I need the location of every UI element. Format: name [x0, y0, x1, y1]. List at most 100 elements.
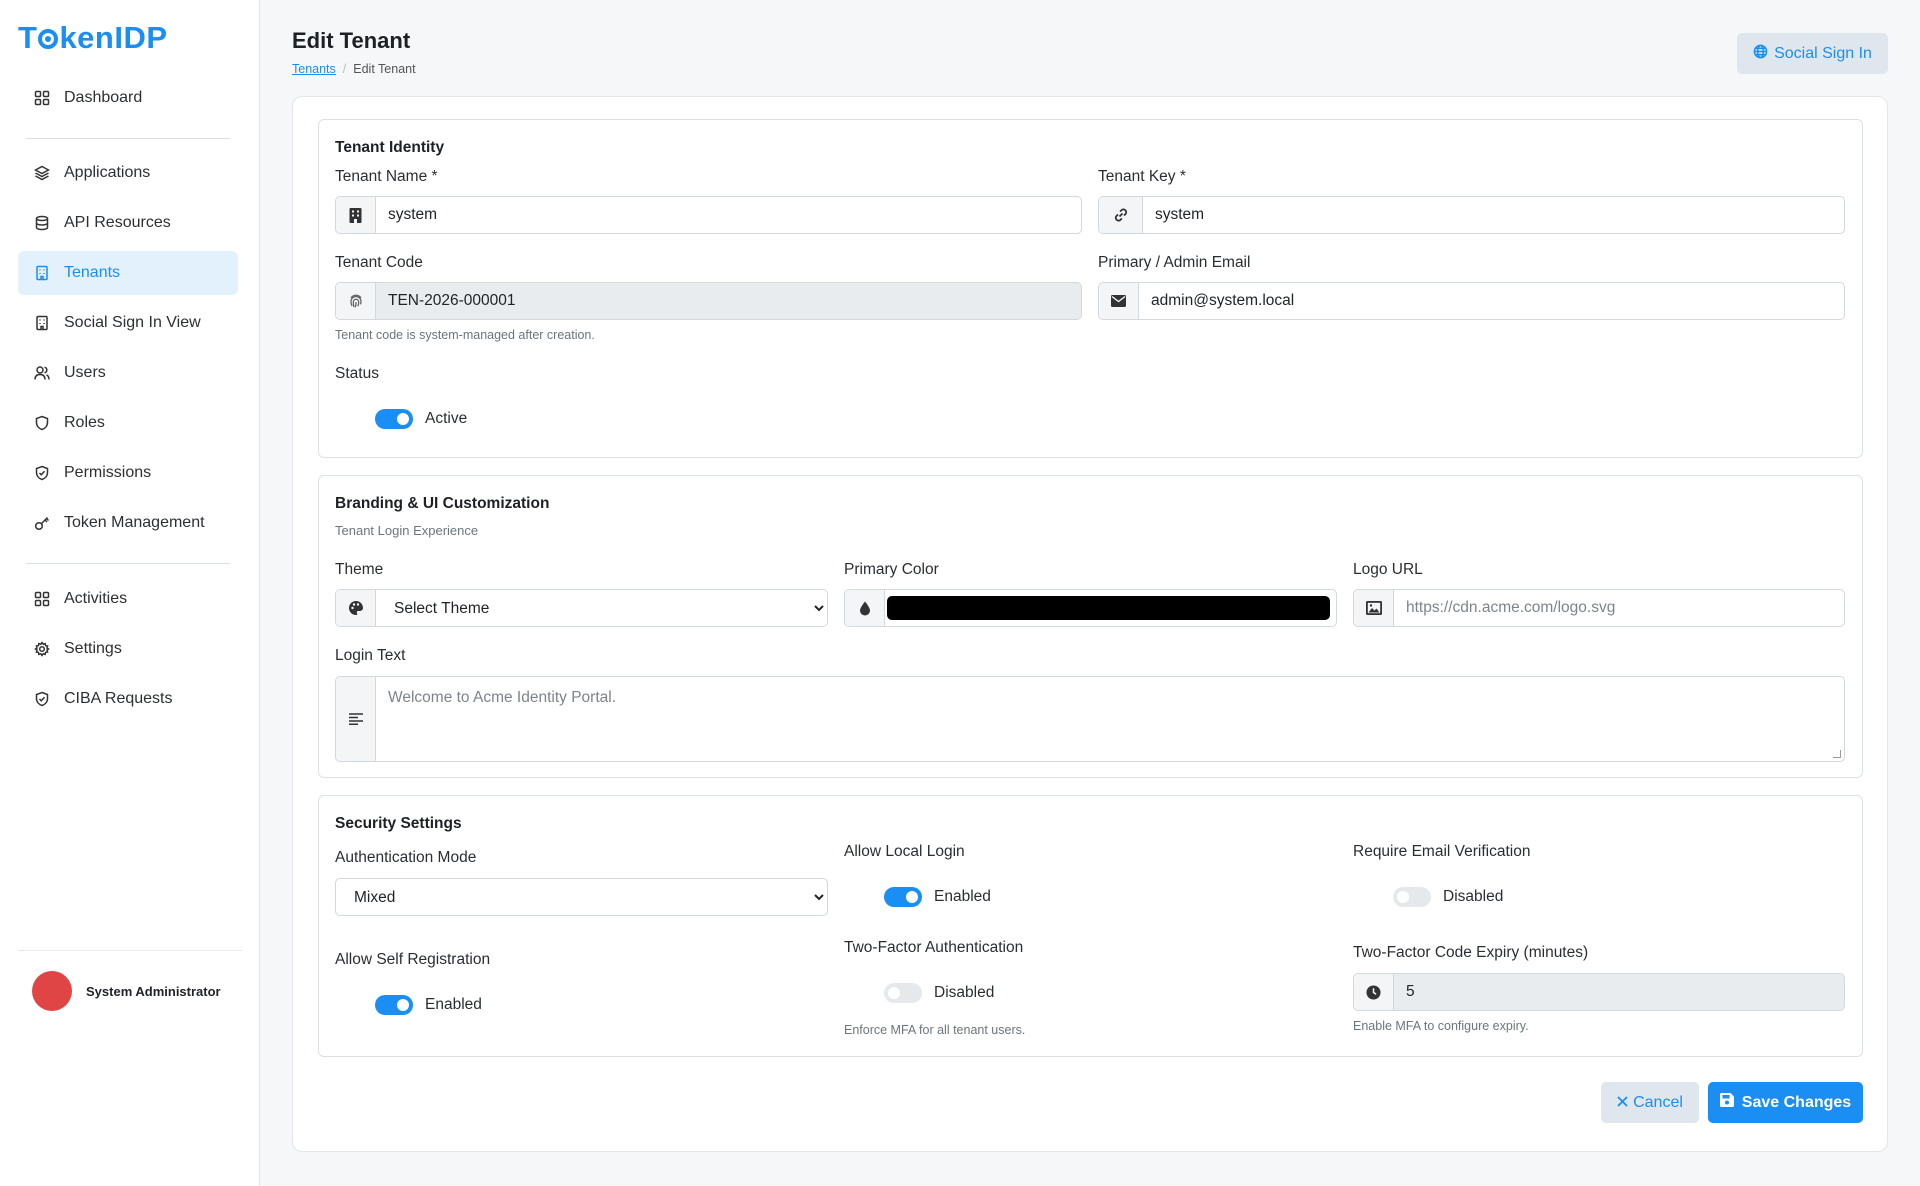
- sidebar-item-roles[interactable]: Roles: [18, 401, 238, 445]
- primary-color-swatch[interactable]: [887, 596, 1330, 620]
- two-factor-state: Disabled: [934, 984, 995, 1001]
- branding-section: Branding & UI Customization Tenant Login…: [318, 475, 1863, 778]
- section-title: Security Settings: [335, 815, 462, 832]
- require-email-verification-toggle[interactable]: Disabled: [1393, 887, 1503, 907]
- tenant-name-field[interactable]: system: [335, 196, 1082, 234]
- layers-icon: [32, 163, 52, 183]
- database-icon: [32, 213, 52, 233]
- sidebar-item-dashboard[interactable]: Dashboard: [18, 76, 238, 120]
- primary-color-field[interactable]: [844, 589, 1337, 627]
- allow-self-registration-switch[interactable]: [375, 995, 413, 1015]
- close-icon: [1617, 1094, 1628, 1112]
- two-factor-expiry-field: 5: [1353, 973, 1845, 1011]
- shield-check-icon: [32, 463, 52, 483]
- security-section: Security Settings Authentication Mode Mi…: [318, 795, 1863, 1057]
- two-factor-expiry-help: Enable MFA to configure expiry.: [1353, 1019, 1529, 1033]
- breadcrumb-separator: /: [342, 62, 347, 76]
- fingerprint-icon: [336, 283, 376, 319]
- logo-url-field[interactable]: https://cdn.acme.com/logo.svg: [1353, 589, 1845, 627]
- auth-mode-label: Authentication Mode: [335, 849, 477, 866]
- tenant-name-value: system: [388, 206, 438, 223]
- sidebar-item-api-resources[interactable]: API Resources: [18, 201, 238, 245]
- two-factor-expiry-label: Two-Factor Code Expiry (minutes): [1353, 944, 1589, 961]
- building-icon: [32, 263, 52, 283]
- tenant-name-label: Tenant Name *: [335, 168, 438, 185]
- tenant-code-label: Tenant Code: [335, 254, 423, 271]
- key-icon: [32, 513, 52, 533]
- login-text-field[interactable]: Welcome to Acme Identity Portal.: [335, 676, 1845, 762]
- user-name: System Administrator: [86, 983, 221, 999]
- allow-self-registration-label: Allow Self Registration: [335, 951, 491, 968]
- sidebar-item-label: Dashboard: [64, 89, 143, 106]
- clock-icon: [1354, 974, 1394, 1010]
- align-left-icon: [336, 677, 376, 761]
- section-title: Tenant Identity: [335, 139, 445, 156]
- sidebar-item-label: CIBA Requests: [64, 690, 173, 707]
- tenant-code-help: Tenant code is system-managed after crea…: [335, 328, 595, 342]
- sidebar-item-social-sign-in-view[interactable]: Social Sign In View: [18, 301, 238, 345]
- login-text-placeholder: Welcome to Acme Identity Portal.: [376, 677, 1844, 761]
- sidebar-item-users[interactable]: Users: [18, 351, 238, 395]
- auth-mode-select[interactable]: Mixed: [335, 878, 828, 916]
- breadcrumb-current: Edit Tenant: [353, 62, 416, 76]
- user-profile[interactable]: System Administrator: [18, 950, 242, 1011]
- shield-icon: [32, 413, 52, 433]
- allow-local-login-state: Enabled: [934, 888, 991, 905]
- allow-local-login-toggle[interactable]: Enabled: [884, 887, 991, 907]
- social-sign-in-label: Social Sign In: [1774, 44, 1872, 62]
- two-factor-toggle[interactable]: Disabled: [884, 983, 994, 1003]
- status-switch[interactable]: [375, 409, 413, 429]
- users-icon: [32, 363, 52, 383]
- sidebar-item-token-management[interactable]: Token Management: [18, 501, 238, 545]
- section-title: Branding & UI Customization: [335, 495, 550, 512]
- tenant-identity-section: Tenant Identity Tenant Name * system Ten…: [318, 119, 1863, 458]
- sidebar-item-ciba-requests[interactable]: CIBA Requests: [18, 677, 238, 721]
- theme-select[interactable]: Select Theme: [335, 589, 828, 627]
- two-factor-expiry-value: 5: [1394, 974, 1844, 1010]
- save-icon: [1719, 1093, 1734, 1112]
- tenant-key-label: Tenant Key *: [1098, 168, 1186, 185]
- require-email-verification-label: Require Email Verification: [1353, 843, 1531, 860]
- sidebar-item-label: Users: [64, 364, 106, 381]
- page-title: Edit Tenant: [292, 28, 411, 53]
- save-button[interactable]: Save Changes: [1708, 1082, 1863, 1123]
- two-factor-label: Two-Factor Authentication: [844, 939, 1024, 956]
- avatar: [32, 971, 72, 1011]
- sidebar-item-applications[interactable]: Applications: [18, 151, 238, 195]
- sidebar-item-label: Permissions: [64, 464, 152, 481]
- login-text-label: Login Text: [335, 647, 406, 664]
- resize-handle[interactable]: [1833, 750, 1841, 758]
- section-subtitle: Tenant Login Experience: [335, 523, 479, 538]
- sidebar-item-permissions[interactable]: Permissions: [18, 451, 238, 495]
- grid-icon: [32, 88, 52, 108]
- sidebar-item-label: Token Management: [64, 514, 205, 531]
- two-factor-help: Enforce MFA for all tenant users.: [844, 1023, 1026, 1037]
- link-icon: [1099, 197, 1143, 233]
- admin-email-field[interactable]: admin@system.local: [1098, 282, 1845, 320]
- envelope-icon: [1099, 283, 1139, 319]
- status-toggle[interactable]: Active: [375, 409, 467, 429]
- cancel-button[interactable]: Cancel: [1601, 1082, 1699, 1123]
- allow-local-login-switch[interactable]: [884, 887, 922, 907]
- sidebar-item-settings[interactable]: Settings: [18, 627, 238, 671]
- require-email-verification-switch[interactable]: [1393, 887, 1431, 907]
- breadcrumb: Tenants / Edit Tenant: [292, 62, 416, 76]
- admin-email-label: Primary / Admin Email: [1098, 254, 1251, 271]
- sidebar-item-label: Settings: [64, 640, 122, 657]
- tenant-code-value: TEN-2026-000001: [376, 283, 1081, 319]
- sidebar-item-label: Activities: [64, 590, 128, 607]
- social-sign-in-button[interactable]: Social Sign In: [1737, 33, 1888, 74]
- shield-check-icon: [32, 689, 52, 709]
- two-factor-switch[interactable]: [884, 983, 922, 1003]
- sidebar-item-activities[interactable]: Activities: [18, 577, 238, 621]
- theme-dropdown[interactable]: Select Theme: [376, 590, 827, 626]
- sidebar-item-label: Tenants: [64, 264, 121, 281]
- breadcrumb-link-tenants[interactable]: Tenants: [292, 62, 336, 76]
- app-logo[interactable]: TkenIDP: [18, 20, 168, 56]
- admin-email-value: admin@system.local: [1151, 292, 1295, 309]
- image-icon: [1354, 590, 1394, 626]
- tenant-key-field[interactable]: system: [1098, 196, 1845, 234]
- sidebar-item-tenants[interactable]: Tenants: [18, 251, 238, 295]
- sidebar-divider: [26, 138, 230, 139]
- allow-self-registration-toggle[interactable]: Enabled: [375, 995, 482, 1015]
